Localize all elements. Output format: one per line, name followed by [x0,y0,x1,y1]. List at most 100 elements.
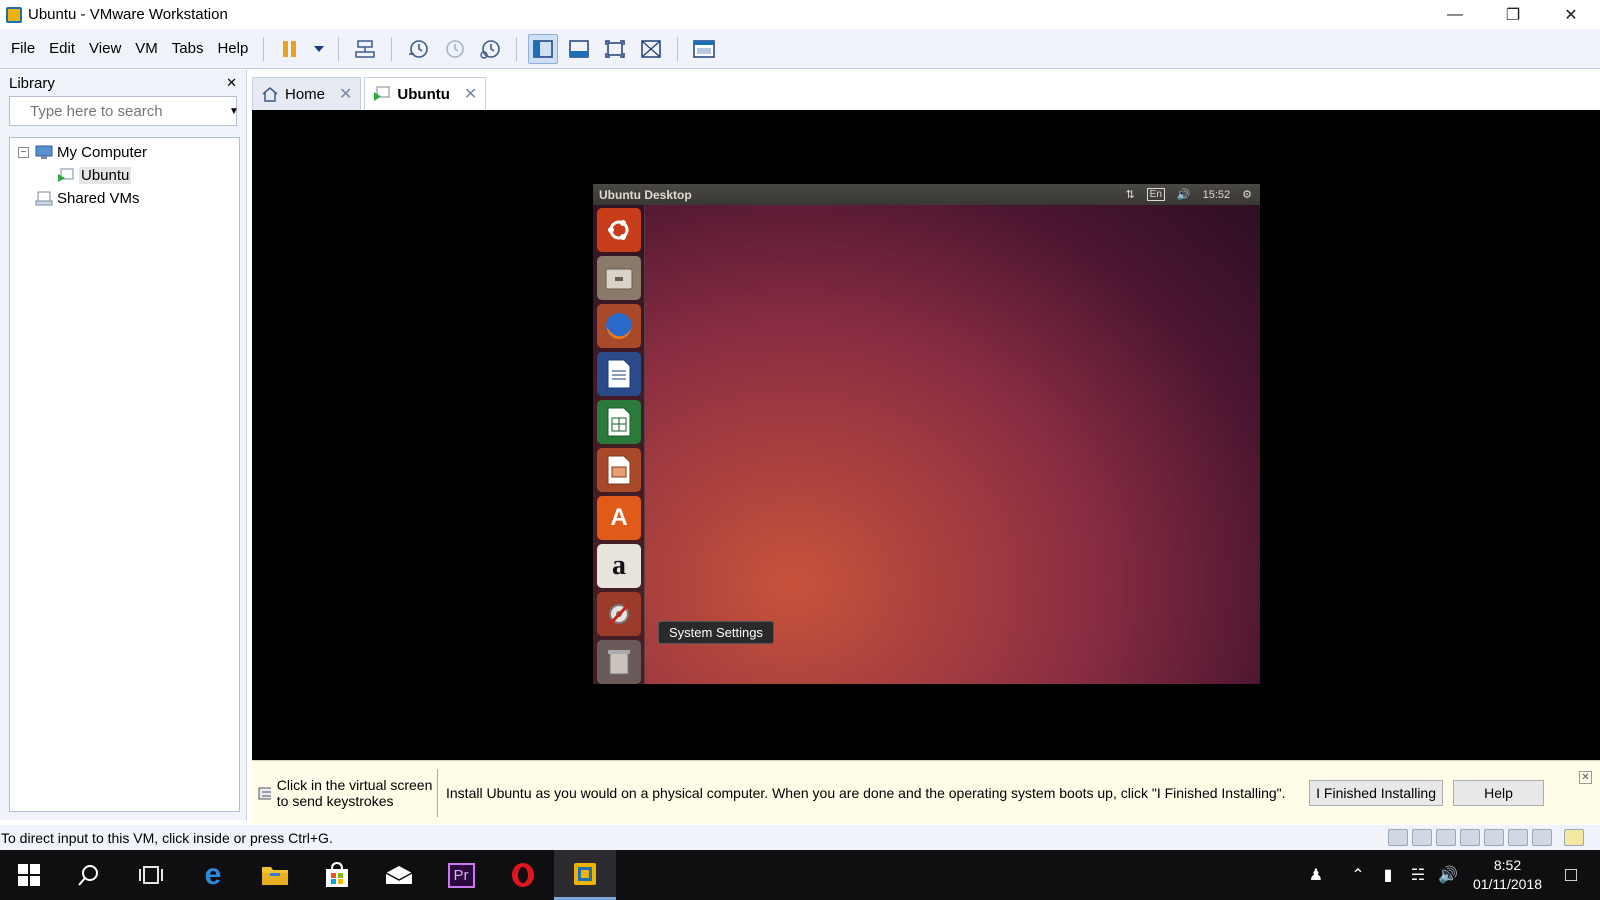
network-arrows-icon[interactable]: ⇅ [1125,188,1134,201]
thumbnail-view-icon [569,39,590,58]
wifi-icon[interactable]: ☵ [1403,865,1433,885]
software-center-icon[interactable]: A [597,496,641,540]
infobar-close-icon[interactable]: ✕ [1579,771,1592,784]
help-button[interactable]: Help [1453,779,1544,806]
file-explorer-button[interactable] [244,850,306,900]
libreoffice-writer-icon[interactable] [597,352,641,396]
send-ctrl-alt-del-button[interactable] [350,34,380,64]
volume-icon[interactable]: 🔊 [1433,865,1463,885]
full-screen-button[interactable] [600,34,630,64]
revert-snapshot-button[interactable] [439,34,469,64]
tree-item-ubuntu[interactable]: Ubuntu [10,164,239,187]
minimize-button[interactable]: — [1426,0,1484,29]
system-settings-icon[interactable] [597,592,641,636]
status-text: To direct input to this VM, click inside… [1,829,333,846]
tab-ubuntu-close-icon[interactable]: ✕ [464,84,477,104]
toolbar-separator [516,36,518,61]
finished-installing-button[interactable]: I Finished Installing [1309,779,1443,806]
clock-time: 8:52 [1493,857,1522,873]
trash-icon[interactable] [597,640,641,684]
snapshot-manager-button[interactable] [475,34,505,64]
home-icon [262,87,278,102]
dash-home-icon[interactable] [597,208,641,252]
edge-browser-button[interactable]: e [182,850,244,900]
libreoffice-calc-icon[interactable] [597,400,641,444]
fullscreen-icon [605,39,626,58]
menu-edit[interactable]: Edit [42,40,82,57]
start-button[interactable] [0,850,58,900]
close-button[interactable]: ✕ [1542,0,1600,29]
computer-icon [35,145,53,159]
tab-ubuntu[interactable]: Ubuntu ✕ [364,77,487,110]
message-log-icon[interactable] [1564,829,1584,846]
tab-home-close-icon[interactable]: ✕ [339,84,352,104]
vm-running-icon [58,168,74,182]
usb-device-icon[interactable] [1508,829,1528,846]
menu-vm[interactable]: VM [128,40,165,57]
store-button[interactable] [306,850,368,900]
window-title: Ubuntu - VMware Workstation [28,6,228,23]
software-center-glyph: A [610,504,628,531]
console-view-icon [693,39,716,58]
show-library-button[interactable] [528,33,559,64]
opera-button[interactable] [492,850,554,900]
printer-icon[interactable] [1460,829,1480,846]
tree-item-my-computer[interactable]: − My Computer [10,141,239,164]
mail-button[interactable] [368,850,430,900]
library-close-icon[interactable]: ✕ [226,75,237,91]
keyboard-network-icon [355,39,376,58]
files-icon[interactable] [597,256,641,300]
tab-home[interactable]: Home ✕ [252,77,362,110]
window-titlebar: Ubuntu - VMware Workstation — ❐ ✕ [0,0,1600,29]
system-settings-tooltip: System Settings [658,621,774,644]
windows-taskbar: e Pr ♟ ⌃ ▮ ☵ 🔊 8:52 01/11/2018 □ [0,850,1600,900]
restore-button[interactable]: ❐ [1484,0,1542,29]
menu-view[interactable]: View [82,40,128,57]
unity-icon [641,39,662,58]
people-icon[interactable]: ♟ [1301,865,1331,885]
cd-dvd-icon[interactable] [1412,829,1432,846]
search-dropdown-icon[interactable]: ▼ [229,106,239,117]
battery-icon[interactable]: ▮ [1373,865,1403,885]
pause-vm-button[interactable] [275,34,305,64]
show-hidden-icons-icon[interactable]: ⌃ [1343,865,1373,885]
volume-icon[interactable]: 🔊 [1177,188,1191,201]
amazon-icon[interactable]: a [597,544,641,588]
task-view-button[interactable] [120,850,182,900]
keystroke-hint-text: Click in the virtual screen to send keys… [276,776,433,809]
premiere-pro-button[interactable]: Pr [430,850,492,900]
unity-mode-button[interactable] [636,34,666,64]
collapse-icon[interactable]: − [18,147,29,158]
library-view-icon [533,39,554,58]
network-adapter-icon[interactable] [1436,829,1456,846]
keyboard-language-indicator[interactable]: En [1146,188,1165,201]
session-gear-icon[interactable]: ⚙ [1242,188,1252,201]
library-search-input[interactable] [30,102,229,120]
menu-file[interactable]: File [4,40,42,57]
take-snapshot-button[interactable] [403,34,433,64]
vm-console[interactable]: Ubuntu Desktop ⇅ En 🔊 15:52 ⚙ A a System… [252,110,1600,760]
power-dropdown-button[interactable] [311,34,327,64]
tree-label-shared-vms: Shared VMs [57,190,140,207]
search-taskbar-button[interactable] [58,850,120,900]
action-center-icon[interactable]: □ [1556,864,1586,887]
vmware-taskbar-button[interactable] [554,850,616,900]
sound-card-icon[interactable] [1484,829,1504,846]
clock-date: 01/11/2018 [1472,876,1542,892]
thumbnail-bar-button[interactable] [564,34,594,64]
menu-tabs[interactable]: Tabs [165,40,211,57]
taskbar-clock[interactable]: 8:52 01/11/2018 [1473,856,1542,894]
libreoffice-impress-icon[interactable] [597,448,641,492]
menu-help[interactable]: Help [210,40,255,57]
keystroke-hint: Click in the virtual screen to send keys… [252,768,438,817]
usb-device-2-icon[interactable] [1532,829,1552,846]
tab-bar: Home ✕ Ubuntu ✕ [252,77,489,110]
ubuntu-desktop[interactable]: Ubuntu Desktop ⇅ En 🔊 15:52 ⚙ A a System… [593,184,1260,684]
ubuntu-clock[interactable]: 15:52 [1203,189,1231,201]
tree-item-shared-vms[interactable]: Shared VMs [10,187,239,210]
firefox-icon[interactable] [597,304,641,348]
console-view-button[interactable] [689,34,719,64]
status-bar: To direct input to this VM, click inside… [0,825,1600,850]
hard-disk-icon[interactable] [1388,829,1408,846]
folder-icon [262,867,288,885]
